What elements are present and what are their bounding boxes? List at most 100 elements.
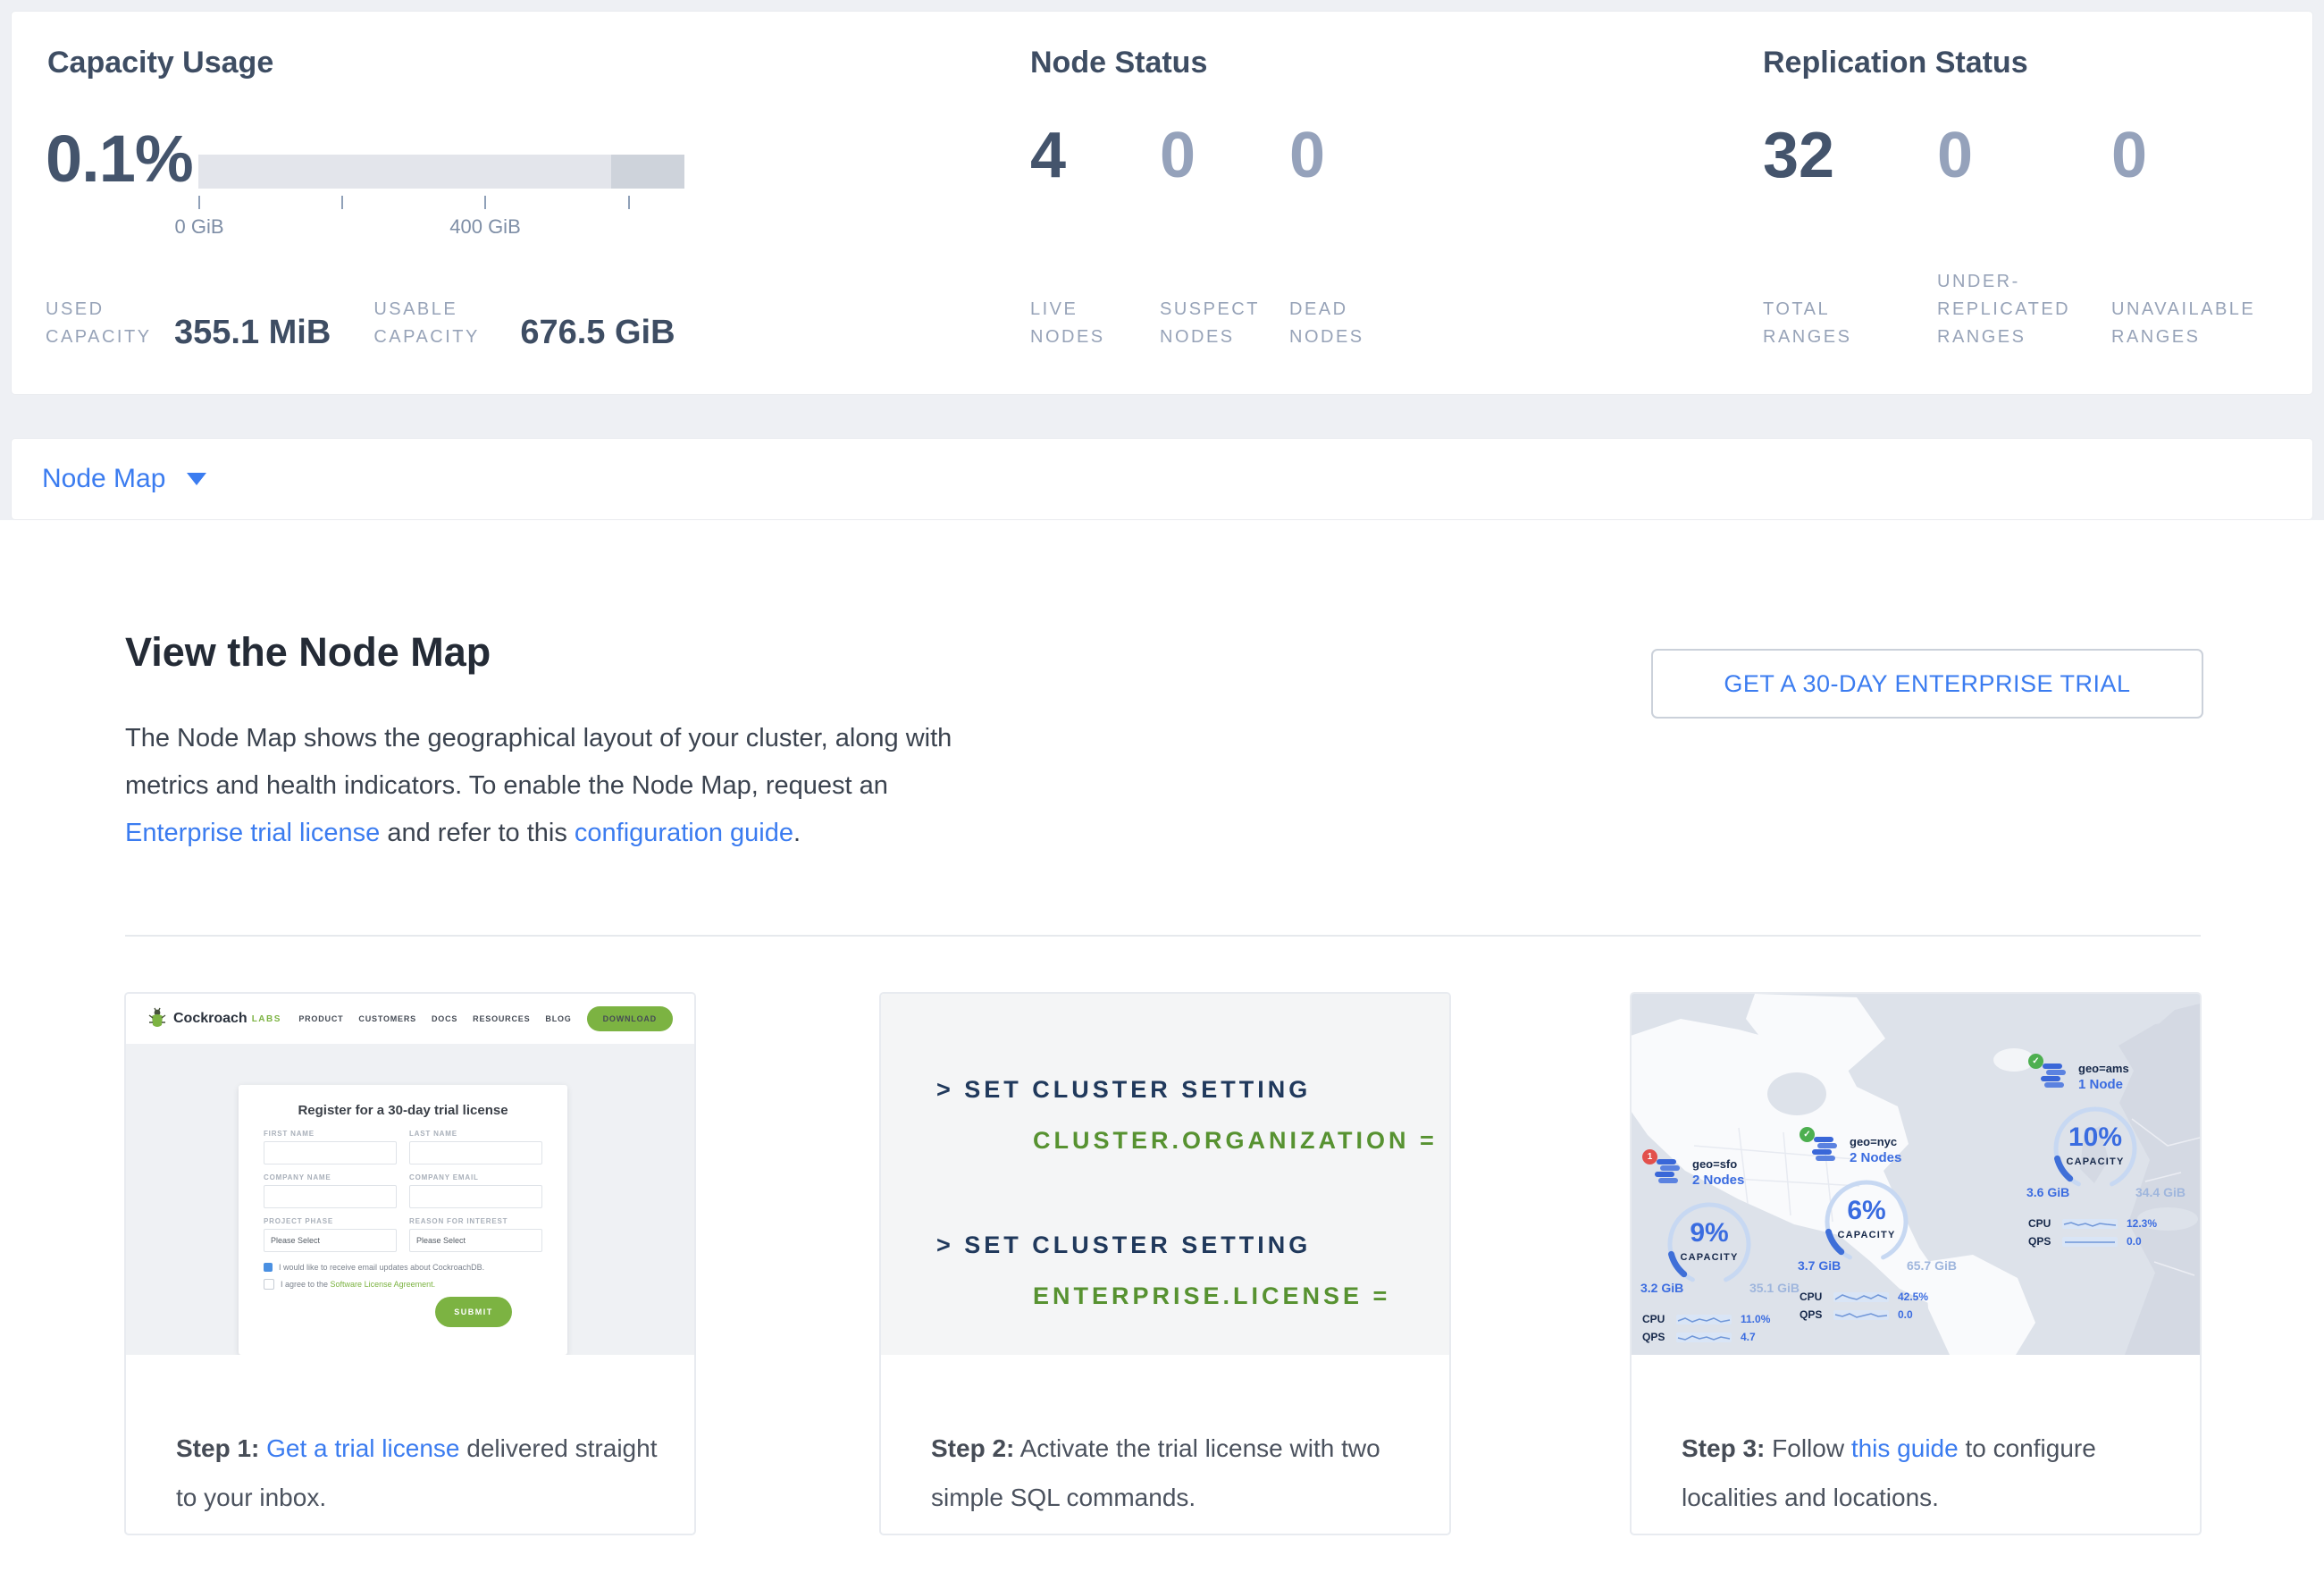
field-last-name: LAST NAME <box>409 1130 542 1164</box>
roach-icon <box>147 1007 167 1030</box>
download-button: DOWNLOAD <box>587 1006 673 1031</box>
dead-nodes-value: 0 <box>1289 121 1419 191</box>
field-reason: REASON FOR INTEREST Please Select <box>409 1217 542 1252</box>
nav-item-blog: BLOG <box>545 1014 571 1023</box>
field-first-name: FIRST NAME <box>264 1130 397 1164</box>
qps-metric-row: QPS 0.0 <box>1800 1308 1976 1321</box>
used-capacity-value: 355.1 MiB <box>174 315 331 351</box>
page-title: View the Node Map <box>125 629 491 676</box>
cpu-metric-row: CPU 11.0% <box>1642 1313 1819 1325</box>
brand-name: Cockroach <box>173 1011 248 1027</box>
database-nodes-icon: ✓ <box>1807 1135 1842 1167</box>
locality-name: geo=sfo <box>1692 1157 1744 1171</box>
capacity-total: 35.1 GiB <box>1749 1281 1800 1295</box>
capacity-bar-non-usable-segment <box>611 155 684 189</box>
field-company-email: COMPANY EMAIL <box>409 1173 542 1208</box>
step3-card: 1 geo=sfo 2 Nodes 9% CAPACITY 3.2 <box>1630 992 2202 1535</box>
healthy-badge: ✓ <box>1800 1127 1815 1142</box>
company-email-input <box>409 1185 542 1208</box>
node-status-labels: Live Nodes Suspect Nodes Dead Nodes <box>1030 278 1419 351</box>
this-guide-link[interactable]: this guide <box>1851 1434 1959 1462</box>
healthy-badge: ✓ <box>2028 1054 2043 1069</box>
sql-statement-1: > SET CLUSTER SETTING <box>936 1076 1449 1104</box>
reason-select: Please Select <box>409 1229 542 1252</box>
usable-capacity-label: Usable Capacity <box>373 296 508 351</box>
node-status-title: Node Status <box>1030 46 1207 80</box>
qps-sparkline <box>1833 1309 1889 1321</box>
under-replicated-ranges-value: 0 <box>1937 121 2111 191</box>
nav-item-resources: RESOURCES <box>473 1014 530 1023</box>
dead-nodes-label: Dead Nodes <box>1289 296 1410 351</box>
capacity-percent: 10% <box>2046 1122 2144 1153</box>
locality-name: geo=ams <box>2078 1062 2129 1075</box>
database-nodes-icon: 1 <box>1649 1157 1685 1190</box>
brand-suffix: LABS <box>252 1014 281 1024</box>
intro-description: The Node Map shows the geographical layo… <box>125 715 969 856</box>
node-status-values: 4 0 0 <box>1030 121 1419 191</box>
database-nodes-icon: ✓ <box>2035 1062 2071 1094</box>
capacity-total: 65.7 GiB <box>1907 1258 1957 1273</box>
capacity-total: 34.4 GiB <box>2135 1185 2186 1199</box>
chevron-down-icon[interactable] <box>187 473 206 485</box>
usable-capacity-value: 676.5 GiB <box>520 315 675 351</box>
form-fields: FIRST NAME LAST NAME COMPANY NAME C <box>264 1130 542 1252</box>
view-selector-bar: Node Map <box>11 438 2313 520</box>
capacity-used: 3.2 GiB <box>1640 1281 1683 1295</box>
node-cluster-ams: ✓ geo=ams 1 Node 10% CAPACITY 3.6 <box>2035 1062 2200 1248</box>
capacity-used: 3.7 GiB <box>1798 1258 1841 1273</box>
capacity-usage-bar: 0 GiB 400 GiB <box>198 155 684 253</box>
checkbox-unchecked-icon <box>264 1279 274 1290</box>
enterprise-trial-button[interactable]: GET A 30-DAY ENTERPRISE TRIAL <box>1651 649 2203 719</box>
capacity-usage-title: Capacity Usage <box>47 46 273 80</box>
node-map-intro-section: View the Node Map The Node Map shows the… <box>0 520 2324 1589</box>
unavailable-ranges-label: Unavailable Ranges <box>2111 296 2270 351</box>
total-ranges-value: 32 <box>1763 121 1937 191</box>
capacity-used-percent: 0.1% <box>46 121 193 197</box>
capacity-stats: Used Capacity 355.1 MiB Usable Capacity … <box>46 280 675 351</box>
suspect-nodes-label: Suspect Nodes <box>1160 296 1280 351</box>
section-divider <box>125 935 2201 937</box>
capacity-axis-mid: 400 GiB <box>432 215 539 239</box>
enterprise-trial-license-link[interactable]: Enterprise trial license <box>125 819 380 847</box>
capacity-gauge: 10% CAPACITY 3.6 GiB 34.4 GiB <box>2046 1099 2144 1198</box>
company-name-input <box>264 1185 397 1208</box>
error-badge: 1 <box>1642 1149 1657 1164</box>
node-map-preview: 1 geo=sfo 2 Nodes 9% CAPACITY 3.2 <box>1632 994 2200 1355</box>
mini-site-nav-links: PRODUCT CUSTOMERS DOCS RESOURCES BLOG DO… <box>298 1006 673 1031</box>
cpu-metric-row: CPU 42.5% <box>1800 1291 1976 1303</box>
step1-caption: Step 1: Get a trial license delivered st… <box>126 1355 694 1522</box>
node-count: 1 Node <box>2078 1077 2129 1092</box>
sql-code-preview: > SET CLUSTER SETTING CLUSTER.ORGANIZATI… <box>881 994 1449 1355</box>
field-company-name: COMPANY NAME <box>264 1173 397 1208</box>
under-replicated-ranges-label: Under-replicated Ranges <box>1937 268 2096 351</box>
form-title: Register for a 30-day trial license <box>264 1103 542 1118</box>
qps-metric-row: QPS 4.7 <box>1642 1331 1819 1343</box>
qps-sparkline <box>1676 1332 1732 1343</box>
field-project-phase: PROJECT PHASE Please Select <box>264 1217 397 1252</box>
cpu-sparkline <box>2062 1218 2118 1230</box>
mini-site-navbar: Cockroach LABS PRODUCT CUSTOMERS DOCS RE… <box>126 994 694 1044</box>
locality-name: geo=nyc <box>1850 1135 1901 1148</box>
get-trial-license-link[interactable]: Get a trial license <box>266 1434 459 1462</box>
capacity-bar-track <box>198 155 684 189</box>
checkbox-checked-icon <box>264 1263 273 1272</box>
step1-screenshot: Cockroach LABS PRODUCT CUSTOMERS DOCS RE… <box>126 994 694 1355</box>
replication-status-labels: Total Ranges Under-replicated Ranges Una… <box>1763 278 2286 351</box>
capacity-axis-start: 0 GiB <box>146 215 253 239</box>
configuration-guide-link[interactable]: configuration guide <box>575 819 793 847</box>
node-count: 2 Nodes <box>1692 1173 1744 1188</box>
sql-statement-2: > SET CLUSTER SETTING <box>936 1232 1449 1259</box>
node-count: 2 Nodes <box>1850 1150 1901 1165</box>
step1-card: Cockroach LABS PRODUCT CUSTOMERS DOCS RE… <box>124 992 696 1535</box>
email-updates-checkbox-row: I would like to receive email updates ab… <box>264 1263 542 1272</box>
nav-item-product: PRODUCT <box>298 1014 343 1023</box>
capacity-label: CAPACITY <box>2046 1156 2144 1167</box>
submit-button: SUBMIT <box>435 1297 512 1327</box>
used-capacity-label: Used Capacity <box>46 296 162 351</box>
capacity-gauge: 6% CAPACITY 3.7 GiB 65.7 GiB <box>1817 1173 1916 1271</box>
node-map-dropdown[interactable]: Node Map <box>42 464 165 494</box>
unavailable-ranges-value: 0 <box>2111 121 2286 191</box>
capacity-label: CAPACITY <box>1817 1230 1916 1240</box>
cluster-summary-panel: Capacity Usage 0.1% 0 GiB 400 GiB Used C… <box>11 11 2313 395</box>
replication-status-title: Replication Status <box>1763 46 2028 80</box>
